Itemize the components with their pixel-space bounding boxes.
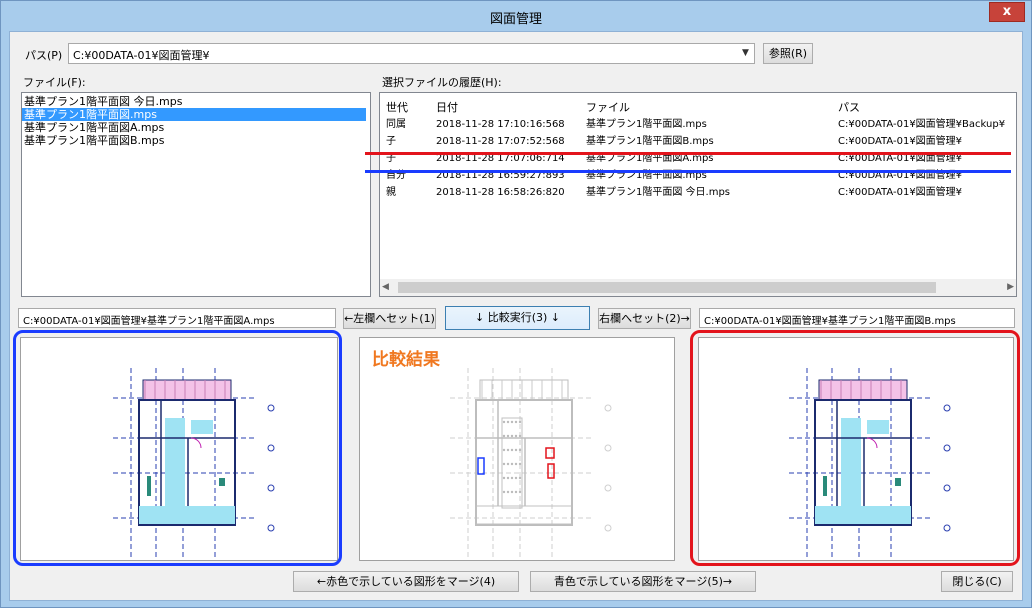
dot-pattern bbox=[510, 490, 514, 494]
ldk-area bbox=[475, 505, 573, 525]
grid-bubble bbox=[604, 404, 612, 412]
file-list-item[interactable]: 基準プラン1階平面図 今日.mps bbox=[22, 95, 366, 108]
merge-blue-button[interactable]: 青色で示している図形をマージ(5)→ bbox=[530, 571, 756, 592]
history-cell-date: 2018-11-28 17:07:52:568 bbox=[436, 136, 565, 147]
history-cell-path: C:¥00DATA-01¥図面管理¥Backup¥ bbox=[838, 119, 1006, 130]
red-highlight-line bbox=[365, 152, 1011, 155]
history-cell-gen: 同属 bbox=[386, 119, 406, 130]
column-header-date[interactable]: 日付 bbox=[436, 99, 458, 115]
dot-pattern bbox=[514, 434, 518, 438]
history-cell-file: 基準プラン1階平面図B.mps bbox=[586, 136, 714, 147]
result-preview[interactable]: 比較結果 bbox=[359, 337, 675, 561]
scroll-right-icon[interactable]: ▶ bbox=[1007, 282, 1014, 292]
dot-pattern bbox=[506, 448, 510, 452]
blue-highlight-line bbox=[365, 170, 1011, 173]
file-list-item[interactable]: 基準プラン1階平面図B.mps bbox=[22, 134, 366, 147]
dot-pattern bbox=[514, 420, 518, 424]
history-row[interactable]: 親 2018-11-28 16:58:26:820 基準プラン1階平面図 今日.mp… bbox=[380, 185, 1016, 201]
history-cell-gen: 子 bbox=[386, 136, 396, 147]
dot-pattern bbox=[502, 434, 506, 438]
history-header: 世代 日付 ファイル パス bbox=[380, 93, 1016, 117]
dot-pattern bbox=[518, 448, 522, 452]
history-label: 選択ファイルの履歴(H): bbox=[382, 76, 502, 89]
column-header-file[interactable]: ファイル bbox=[586, 99, 630, 115]
history-cell-gen: 親 bbox=[386, 187, 396, 198]
result-title: 比較結果 bbox=[372, 350, 440, 370]
scroll-left-icon[interactable]: ◀ bbox=[382, 282, 389, 292]
dot-pattern bbox=[506, 462, 510, 466]
close-button[interactable]: 閉じる(C) bbox=[941, 571, 1013, 592]
path-value: C:¥00DATA-01¥図面管理¥ bbox=[73, 49, 210, 62]
dialog-body: パス(P) C:¥00DATA-01¥図面管理¥ ▼ 参照(R) ファイル(F)… bbox=[9, 31, 1023, 601]
dot-pattern bbox=[518, 434, 522, 438]
set-left-button[interactable]: ←左欄へセット(1) bbox=[343, 308, 436, 329]
dot-pattern bbox=[518, 490, 522, 494]
dot-pattern bbox=[510, 462, 514, 466]
history-cell-date: 2018-11-28 17:10:16:568 bbox=[436, 119, 565, 130]
dot-pattern bbox=[502, 462, 506, 466]
history-cell-file: 基準プラン1階平面図.mps bbox=[586, 119, 707, 130]
file-list-item[interactable]: 基準プラン1階平面図A.mps bbox=[22, 121, 366, 134]
right-preview-highlight bbox=[690, 330, 1020, 566]
file-list[interactable]: 基準プラン1階平面図 今日.mps 基準プラン1階平面図.mps 基準プラン1階平面… bbox=[21, 92, 371, 297]
dot-pattern bbox=[502, 476, 506, 480]
right-file-path: C:¥00DATA-01¥図面管理¥基準プラン1階平面図B.mps bbox=[699, 308, 1015, 328]
grid-bubble bbox=[604, 444, 612, 452]
browse-button[interactable]: 参照(R) bbox=[763, 43, 813, 64]
history-cell-path: C:¥00DATA-01¥図面管理¥ bbox=[838, 136, 963, 147]
dot-pattern bbox=[510, 420, 514, 424]
dot-pattern bbox=[514, 448, 518, 452]
history-row[interactable]: 同属 2018-11-28 17:10:16:568 基準プラン1階平面図.mps C… bbox=[380, 117, 1016, 133]
dot-pattern bbox=[502, 490, 506, 494]
dot-pattern bbox=[506, 490, 510, 494]
dot-pattern bbox=[502, 448, 506, 452]
chevron-down-icon[interactable]: ▼ bbox=[737, 44, 754, 63]
column-header-path[interactable]: パス bbox=[838, 99, 860, 115]
run-compare-button[interactable]: ↓ 比較実行(3) ↓ bbox=[445, 306, 590, 330]
dot-pattern bbox=[510, 476, 514, 480]
set-right-button[interactable]: 右欄へセット(2)→ bbox=[598, 308, 691, 329]
grid-bubble bbox=[604, 524, 612, 532]
left-preview-highlight bbox=[13, 330, 342, 566]
dot-pattern bbox=[514, 490, 518, 494]
left-file-path: C:¥00DATA-01¥図面管理¥基準プラン1階平面図A.mps bbox=[18, 308, 336, 328]
path-label: パス(P) bbox=[25, 49, 63, 62]
dot-pattern bbox=[514, 462, 518, 466]
history-cell-date: 2018-11-28 16:58:26:820 bbox=[436, 187, 565, 198]
diff-blue-shape bbox=[477, 457, 485, 475]
diff-red-shape bbox=[547, 463, 555, 479]
dot-pattern bbox=[510, 434, 514, 438]
wet-area bbox=[528, 420, 550, 434]
history-hscrollbar[interactable]: ◀ ▶ bbox=[380, 279, 1016, 296]
dot-pattern bbox=[506, 434, 510, 438]
history-table[interactable]: 世代 日付 ファイル パス 同属 2018-11-28 17:10:16:568 基… bbox=[379, 92, 1017, 297]
dot-pattern bbox=[510, 448, 514, 452]
floorplan-result bbox=[450, 368, 612, 558]
dot-pattern bbox=[506, 476, 510, 480]
dot-pattern bbox=[502, 420, 506, 424]
dot-pattern bbox=[506, 420, 510, 424]
diff-red-shape bbox=[545, 447, 555, 459]
history-cell-path: C:¥00DATA-01¥図面管理¥ bbox=[838, 187, 963, 198]
window-title: 図面管理 bbox=[489, 12, 542, 27]
column-header-gen[interactable]: 世代 bbox=[386, 99, 408, 115]
dot-pattern bbox=[514, 476, 518, 480]
merge-red-button[interactable]: ←赤色で示している図形をマージ(4) bbox=[293, 571, 519, 592]
path-combo[interactable]: C:¥00DATA-01¥図面管理¥ ▼ bbox=[68, 43, 755, 64]
history-row[interactable]: 子 2018-11-28 17:07:52:568 基準プラン1階平面図B.mps C… bbox=[380, 134, 1016, 150]
scroll-thumb[interactable] bbox=[398, 282, 936, 293]
dot-pattern bbox=[518, 476, 522, 480]
dot-pattern bbox=[518, 420, 522, 424]
history-cell-file: 基準プラン1階平面図 今日.mps bbox=[586, 187, 731, 198]
title-bar[interactable]: 図面管理 x bbox=[1, 1, 1031, 31]
file-list-item[interactable]: 基準プラン1階平面図.mps bbox=[22, 108, 366, 121]
dot-pattern bbox=[518, 462, 522, 466]
dialog-window: 図面管理 x パス(P) C:¥00DATA-01¥図面管理¥ ▼ 参照(R) … bbox=[0, 0, 1032, 608]
close-window-button[interactable]: x bbox=[989, 2, 1025, 22]
grid-bubble bbox=[604, 484, 612, 492]
files-label: ファイル(F): bbox=[23, 76, 86, 89]
